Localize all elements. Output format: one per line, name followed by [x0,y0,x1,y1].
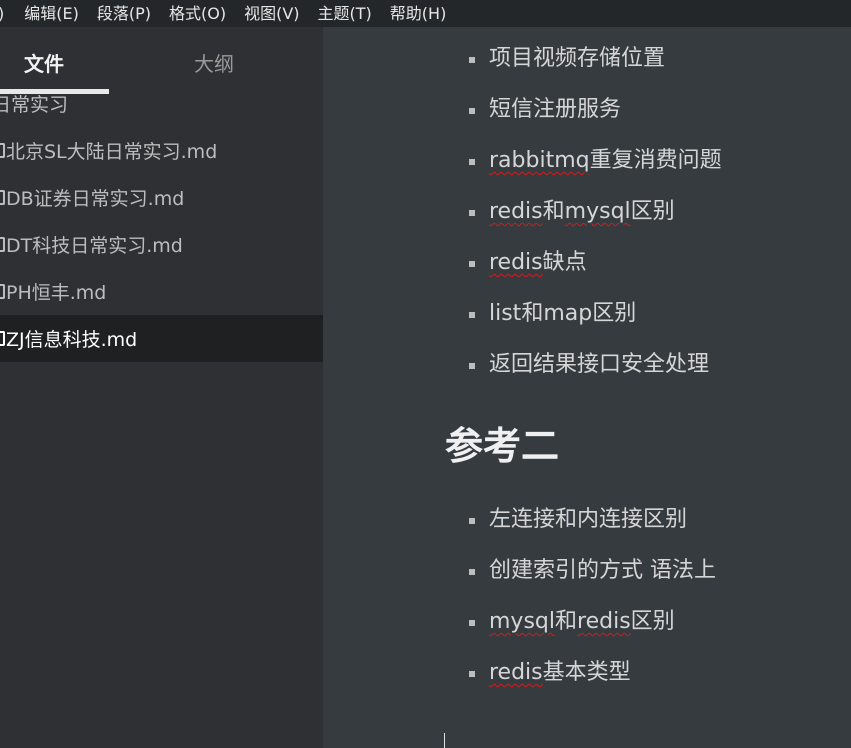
menu-help[interactable]: 帮助(H) [382,0,457,27]
file-label: DT科技日常实习.md [6,235,183,257]
list-item[interactable]: 创建索引的方式 语法上 [463,555,716,606]
menu-view[interactable]: 视图(V) [236,0,309,27]
editor-pane[interactable]: 项目视频存储位置 短信注册服务 rabbitmq重复消费问题 redis和mys… [323,27,851,748]
list-item-text: 基本类型 [542,660,631,685]
list-item-text: 区别 [630,609,675,634]
file-label: 北京SL大陆日常实习.md [6,141,218,163]
file-item-zj-active[interactable]: ZJ信息科技.md [0,315,323,362]
menu-format[interactable]: 格式(O) [161,0,236,27]
list-item-text: 重复消费问题 [589,148,722,173]
menu-file-partial[interactable]: ) [0,0,16,27]
misspelled-word: rabbitmq [489,148,590,173]
bullet-list-2: 左连接和内连接区别 创建索引的方式 语法上 mysql和redis区别 redi… [463,504,716,708]
tab-files[interactable]: 文件 [24,49,64,79]
file-item-beijing-sl[interactable]: 北京SL大陆日常实习.md [0,127,323,174]
misspelled-word: mysql [564,199,631,224]
heading[interactable]: 参考二 [445,415,559,470]
list-item[interactable]: list和map区别 [463,298,722,349]
list-item[interactable]: mysql和redis区别 [463,606,716,657]
menu-bar: ) 编辑(E) 段落(P) 格式(O) 视图(V) 主题(T) 帮助(H) [0,0,851,27]
list-item-text: 左连接和内连接区别 [489,507,688,532]
list-item[interactable]: redis缺点 [463,247,722,298]
list-item[interactable]: rabbitmq重复消费问题 [463,145,722,196]
menu-edit[interactable]: 编辑(E) [16,0,89,27]
document-icon [0,331,5,346]
menu-theme[interactable]: 主题(T) [310,0,382,27]
document-icon [0,190,5,205]
file-item-ph[interactable]: PH恒丰.md [0,268,323,315]
list-item-text: 缺点 [542,250,587,275]
document-icon [0,284,5,299]
misspelled-word: mysql [489,609,555,634]
list-item[interactable]: 返回结果接口安全处理 [463,349,722,400]
menu-paragraph[interactable]: 段落(P) [89,0,161,27]
misspelled-word: redis [489,199,543,224]
list-item[interactable]: 项目视频存储位置 [463,43,722,94]
list-item[interactable]: redis基本类型 [463,657,716,708]
sidebar: 文件 大纲 日常实习 北京SL大陆日常实习.md DB证券日常实习.md DT科… [0,27,323,748]
list-item-text: list和map区别 [489,301,637,326]
document-icon [0,143,5,158]
folder-label: 日常实习 [0,94,69,116]
tab-outline[interactable]: 大纲 [194,49,234,79]
file-tree: 日常实习 北京SL大陆日常实习.md DB证券日常实习.md DT科技日常实习.… [0,94,323,362]
list-item[interactable]: 短信注册服务 [463,94,722,145]
list-item[interactable]: 左连接和内连接区别 [463,504,716,555]
misspelled-word: redis [489,250,543,275]
text-caret [444,733,445,748]
misspelled-word: redis [577,609,631,634]
list-item-text: 区别 [630,199,675,224]
file-label: DB证券日常实习.md [6,188,185,210]
bullet-list-1: 项目视频存储位置 短信注册服务 rabbitmq重复消费问题 redis和mys… [463,43,722,400]
file-item-dt[interactable]: DT科技日常实习.md [0,221,323,268]
list-item[interactable]: redis和mysql区别 [463,196,722,247]
misspelled-word: redis [489,660,543,685]
list-item-text: 项目视频存储位置 [489,46,666,71]
list-item-text: 短信注册服务 [489,97,622,122]
list-item-text: 创建索引的方式 语法上 [489,558,716,583]
document-icon [0,237,5,252]
list-item-text: 和 [555,609,578,634]
file-label: ZJ信息科技.md [6,329,138,351]
folder-item[interactable]: 日常实习 [0,80,323,127]
file-item-db[interactable]: DB证券日常实习.md [0,174,323,221]
file-label: PH恒丰.md [6,282,107,304]
list-item-text: 和 [542,199,565,224]
list-item-text: 返回结果接口安全处理 [489,352,710,377]
